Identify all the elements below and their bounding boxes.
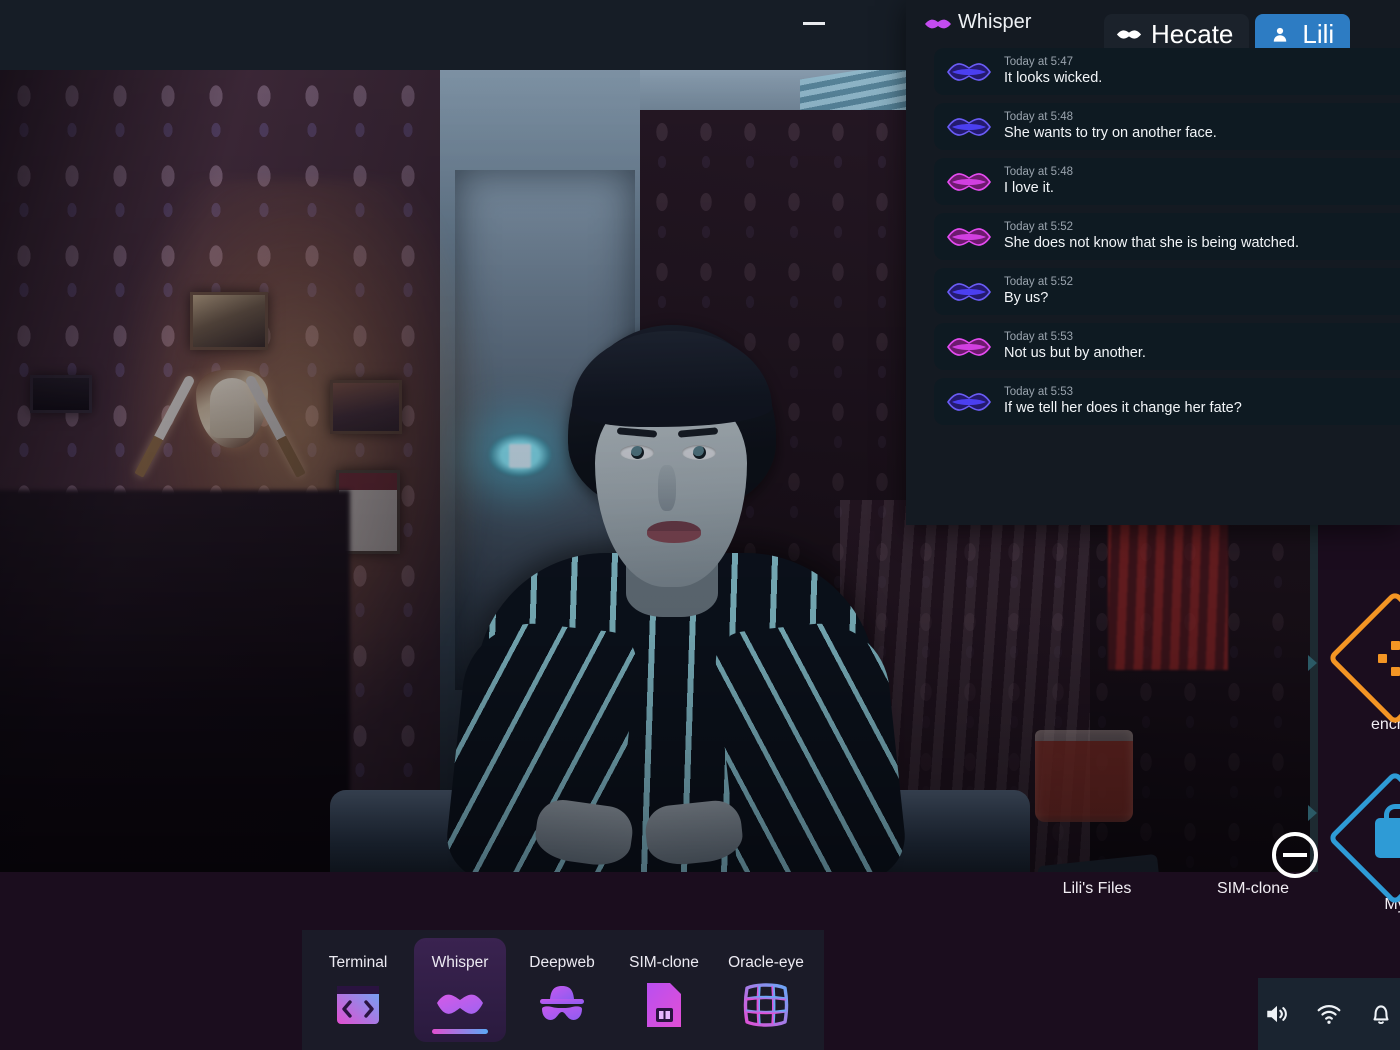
wifi-icon[interactable] [1316,1001,1342,1027]
dock-label: Whisper [431,954,489,971]
message-row[interactable]: Today at 5:52 She does not know that she… [934,213,1400,260]
whisper-window: Whisper Hecate Lili Today at 5:47 It loo… [906,0,1400,525]
dock-item-sim-clone[interactable]: SIM-clone [618,938,710,1042]
dock-label: SIM-clone [629,954,699,971]
message-text: It looks wicked. [1004,70,1103,86]
desktop-icon-label: SIM-clone [1216,880,1290,897]
lips-icon [925,19,951,29]
lips-blue-icon [947,62,991,81]
message-text: I love it. [1004,180,1054,196]
message-timestamp: Today at 5:48 [1004,166,1074,178]
system-tray [1258,978,1400,1050]
lips-icon [1116,30,1142,39]
dock-label: Oracle-eye [728,954,804,971]
lips-icon [437,994,483,1014]
message-timestamp: Today at 5:53 [1004,386,1074,398]
message-row[interactable]: Today at 5:52 By us? [934,268,1400,315]
dock-label: Terminal [328,954,388,971]
message-timestamp: Today at 5:52 [1004,221,1074,233]
terminal-icon [337,986,379,1024]
message-timestamp: Today at 5:47 [1004,56,1074,68]
lips-blue-icon [947,282,991,301]
dock-item-terminal[interactable]: Terminal [312,938,404,1042]
message-row[interactable]: Today at 5:48 I love it. [934,158,1400,205]
message-timestamp: Today at 5:53 [1004,331,1074,343]
tab-label: Hecate [1151,19,1234,49]
chevron-right-icon [1308,805,1317,821]
message-timestamp: Today at 5:48 [1004,111,1074,123]
message-row[interactable]: Today at 5:47 It looks wicked. [934,48,1400,95]
message-row[interactable]: Today at 5:48 She wants to try on anothe… [934,103,1400,150]
incognito-icon [540,986,584,1020]
desktop-icon-lilis-files[interactable]: Lili's Files [1032,880,1162,898]
message-text: If we tell her does it change her fate? [1004,400,1242,416]
lips-magenta-icon [947,227,991,246]
message-row[interactable]: Today at 5:53 If we tell her does it cha… [934,378,1400,425]
grid-icon [743,983,789,1027]
message-row[interactable]: Today at 5:53 Not us but by another. [934,323,1400,370]
person-icon [1274,27,1287,42]
desktop-icon-encrypt[interactable]: encryp [1327,590,1400,734]
bell-icon[interactable] [1368,1001,1394,1027]
message-text: She wants to try on another face. [1004,125,1217,141]
message-timestamp: Today at 5:52 [1004,276,1074,288]
lips-blue-icon [947,117,991,136]
desktop-icon-label: Lili's Files [1062,880,1132,897]
whisper-message-list[interactable]: Today at 5:47 It looks wicked. Today at … [906,48,1400,525]
lips-magenta-icon [947,337,991,356]
tab-label: Lili [1302,19,1335,49]
volume-icon[interactable] [1264,1001,1290,1027]
circle-minus-icon[interactable] [1272,832,1318,878]
lips-magenta-icon [947,172,991,191]
desktop-icon-my[interactable]: My [1327,770,1400,914]
message-text: By us? [1004,290,1049,306]
minimize-icon[interactable] [803,14,825,34]
dock-item-whisper[interactable]: Whisper [414,938,506,1042]
lips-blue-icon [947,392,991,411]
desktop-icon-sim-clone[interactable]: SIM-clone [1188,880,1318,898]
chevron-right-icon [1308,655,1317,671]
encrypt-diamond-icon [1327,590,1400,726]
dock-item-deepweb[interactable]: Deepweb [516,938,608,1042]
sim-card-icon [647,983,681,1027]
dock-item-oracle-eye[interactable]: Oracle-eye [720,938,812,1042]
message-text: Not us but by another. [1004,345,1146,361]
whisper-title: Whisper [958,11,1032,33]
dock-label: Deepweb [529,954,595,971]
message-text: She does not know that she is being watc… [1004,235,1300,251]
whisper-titlebar: Whisper Hecate Lili [906,0,1400,57]
active-app-indicator [432,1029,488,1034]
app-dock: Terminal Whisper Deepweb SIM-clone Oracl… [302,930,824,1050]
lock-diamond-icon [1327,770,1400,906]
